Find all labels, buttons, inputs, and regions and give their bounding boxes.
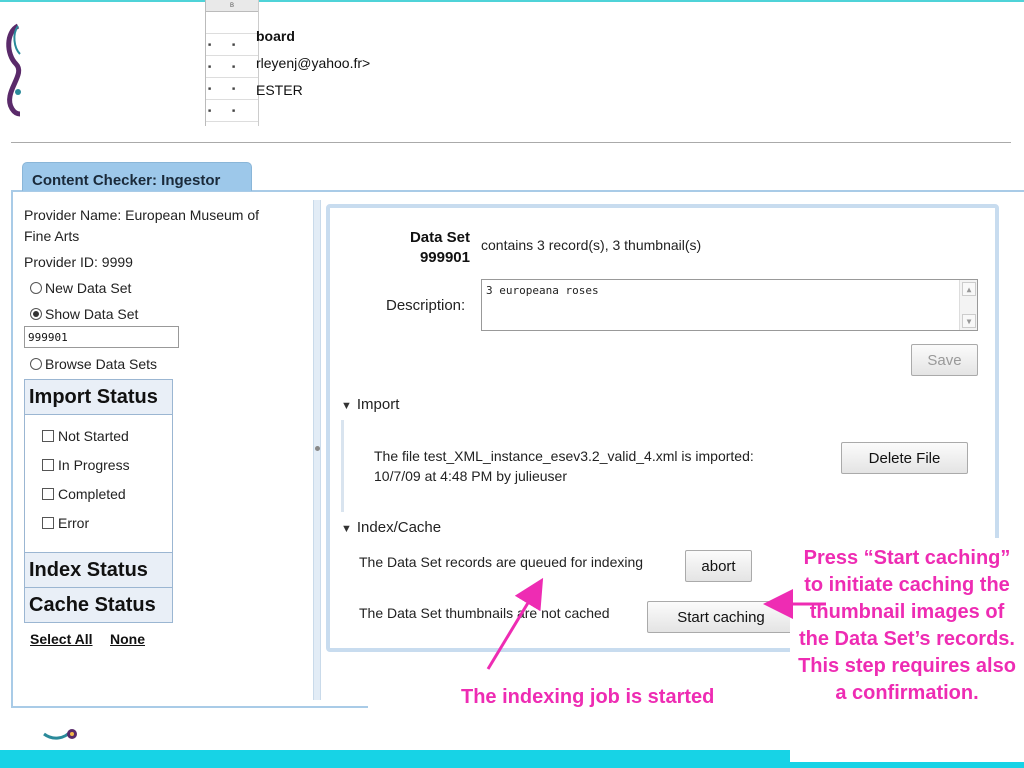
import-status-text: The file test_XML_instance_esev3.2_valid… (374, 446, 754, 486)
import-section-title: Import (356, 396, 400, 413)
import-file-line: The file test_XML_instance_esev3.2_valid… (374, 448, 754, 464)
index-queued-text: The Data Set records are queued for inde… (359, 554, 644, 570)
header-role: ESTER (256, 82, 303, 98)
select-none-link[interactable]: None (110, 631, 145, 647)
checkbox[interactable] (42, 459, 54, 471)
radio-new-data-set[interactable]: New Data Set (30, 280, 131, 296)
checkbox-not-started[interactable]: Not Started (42, 428, 129, 444)
header-email: rleyenj@yahoo.fr> (256, 55, 371, 71)
data-set-label-line1: Data Set (409, 229, 470, 246)
slide-canvas: B ■ ■ ■ ■ ■ ■ ■ ■ board rleyenj@yahoo.fr> ES… (0, 0, 1024, 768)
save-button[interactable]: Save (911, 344, 978, 376)
cache-status-text: The Data Set thumbnails are not cached (359, 605, 610, 621)
start-caching-button[interactable]: Start caching (647, 601, 795, 633)
provider-id: Provider ID: 9999 (24, 254, 133, 270)
checkbox-completed[interactable]: Completed (42, 486, 126, 502)
checkbox-label: Error (58, 515, 90, 531)
indexing-started-note: The indexing job is started (461, 686, 715, 708)
data-set-label: Data Set 999901 (392, 228, 470, 268)
top-accent-line (0, 0, 1024, 2)
delete-file-button[interactable]: Delete File (841, 442, 968, 474)
data-set-id-input[interactable] (24, 326, 179, 348)
scroll-down-icon[interactable]: ▼ (962, 314, 976, 328)
data-set-summary: contains 3 record(s), 3 thumbnail(s) (481, 237, 702, 253)
description-textarea[interactable]: 3 europeana roses ▲ ▼ (481, 279, 978, 331)
radio-show-data-set[interactable]: Show Data Set (30, 306, 138, 322)
import-date-line: 10/7/09 at 4:48 PM by julieuser (374, 468, 568, 484)
logo-fragment-icon (43, 728, 77, 740)
museum-logo (4, 14, 66, 118)
index-cache-section-toggle[interactable]: ▼ Index/Cache (341, 519, 441, 536)
abort-button[interactable]: abort (685, 550, 752, 582)
import-section-toggle[interactable]: ▼ Import (341, 396, 399, 413)
description-scrollbar[interactable]: ▲ ▼ (959, 280, 977, 330)
checkbox-in-progress[interactable]: In Progress (42, 457, 130, 473)
spreadsheet-thumbnail: B ■ ■ ■ ■ ■ ■ ■ ■ (205, 0, 259, 126)
checkbox[interactable] (42, 430, 54, 442)
import-section-rule (341, 420, 344, 512)
radio-button-selected[interactable] (30, 308, 42, 320)
data-set-id: 999901 (419, 249, 470, 266)
checkbox-label: In Progress (58, 457, 130, 473)
index-cache-section-title: Index/Cache (356, 519, 442, 536)
checkbox-error[interactable]: Error (42, 515, 89, 531)
description-label: Description: (386, 297, 466, 314)
provider-name: Provider Name: European Museum of (24, 207, 259, 223)
checkbox[interactable] (42, 517, 54, 529)
triangle-down-icon: ▼ (341, 523, 352, 535)
index-status-header[interactable]: Index Status (24, 552, 173, 588)
start-caching-callout: Press “Start caching” to initiate cachin… (798, 547, 1016, 704)
triangle-down-icon: ▼ (341, 400, 352, 412)
provider-name-cont: Fine Arts (24, 228, 80, 244)
checkbox-label: Not Started (58, 428, 129, 444)
radio-label: New Data Set (45, 280, 132, 296)
radio-button[interactable] (30, 282, 42, 294)
description-value: 3 europeana roses (486, 284, 599, 297)
radio-browse-data-sets[interactable]: Browse Data Sets (30, 356, 157, 372)
tab-content-checker-ingestor[interactable]: Content Checker: Ingestor (22, 162, 252, 191)
checkbox-label: Completed (58, 486, 126, 502)
cache-status-header[interactable]: Cache Status (24, 587, 173, 623)
radio-label: Browse Data Sets (45, 356, 158, 372)
radio-label: Show Data Set (45, 306, 139, 322)
select-all-link[interactable]: Select All (30, 631, 93, 647)
scroll-up-icon[interactable]: ▲ (962, 282, 976, 296)
radio-button[interactable] (30, 358, 42, 370)
checkbox[interactable] (42, 488, 54, 500)
header-divider (11, 142, 1011, 143)
splitter-handle-icon[interactable] (315, 446, 320, 451)
import-status-header[interactable]: Import Status (24, 379, 173, 415)
header-title: board (256, 28, 295, 44)
